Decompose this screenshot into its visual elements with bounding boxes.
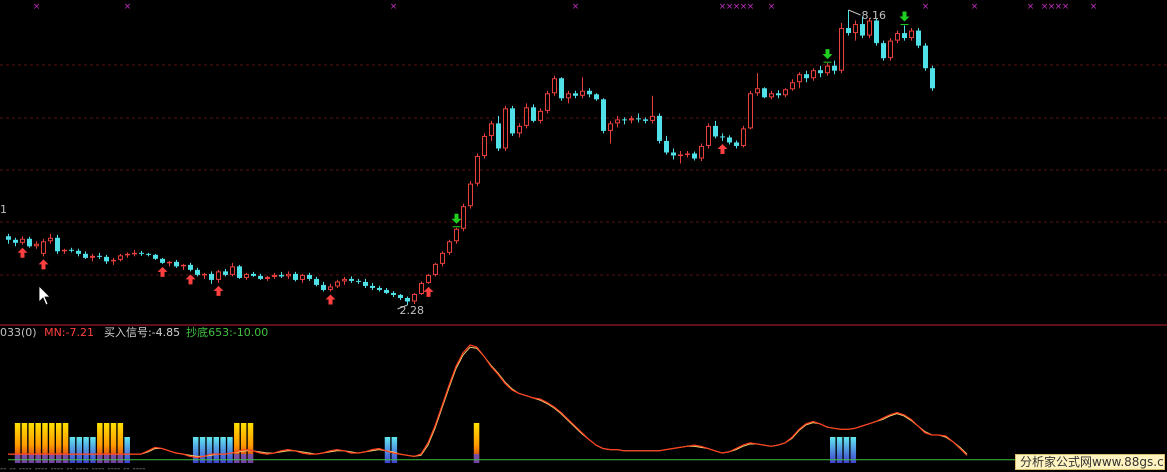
watermark-text: 分析家公式网www.88gs.com bbox=[1020, 455, 1164, 469]
mouse-cursor bbox=[38, 285, 51, 306]
pointer-icon bbox=[38, 285, 51, 306]
watermark-badge: 分析家公式网www.88gs.com bbox=[1015, 454, 1165, 470]
chart-window: × × × × × × × × × × × × × × × × × × 8.16 2.28 1 033(0) MN:-7… bbox=[0, 0, 1167, 472]
